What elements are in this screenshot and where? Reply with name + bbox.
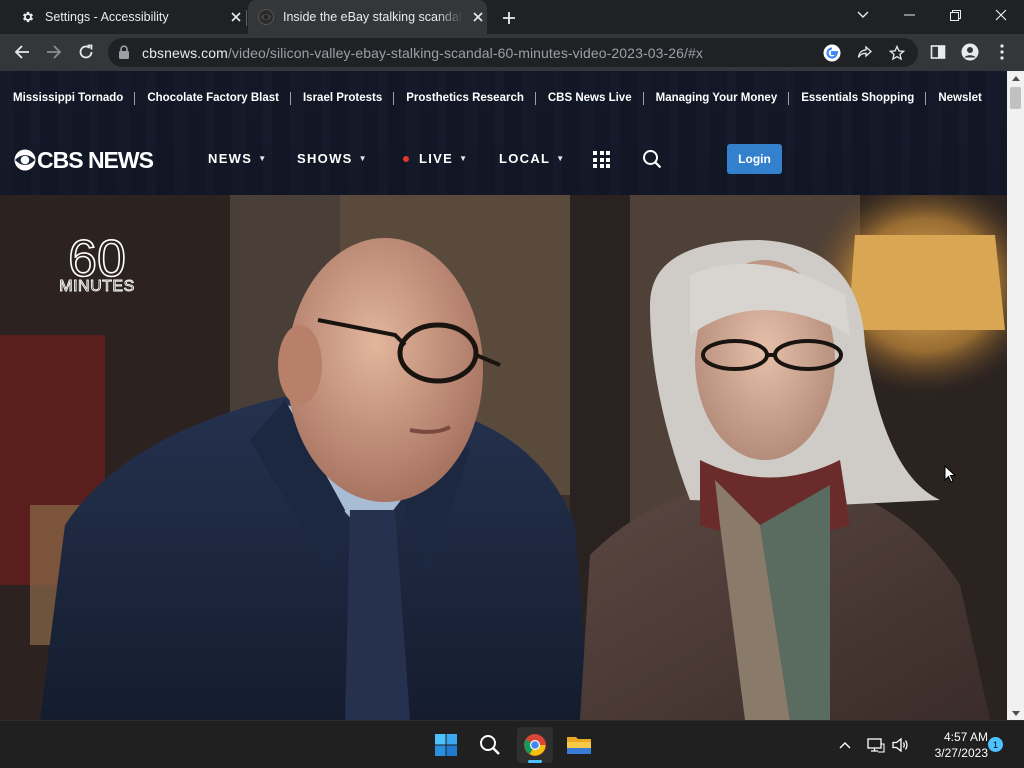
trending-link[interactable]: CBS News Live bbox=[548, 91, 644, 105]
trending-link[interactable]: Prosthetics Research bbox=[406, 91, 536, 105]
video-player[interactable]: 60 MINUTES bbox=[0, 195, 1007, 720]
nav-label: LOCAL bbox=[499, 151, 551, 166]
cbs-favicon-icon bbox=[258, 9, 274, 25]
minimize-button[interactable] bbox=[886, 0, 932, 30]
mouse-cursor-icon bbox=[944, 464, 957, 488]
new-tab-button[interactable] bbox=[498, 7, 520, 29]
cbs-news-logo[interactable]: CBS NEWS bbox=[14, 146, 154, 173]
search-icon[interactable] bbox=[642, 149, 662, 169]
tab-separator bbox=[246, 10, 247, 26]
site-header: Mississippi Tornado Chocolate Factory Bl… bbox=[0, 71, 1007, 195]
side-panel-button[interactable] bbox=[924, 38, 952, 66]
windows-start-icon[interactable] bbox=[428, 727, 464, 763]
chevron-down-icon: ▼ bbox=[358, 154, 368, 163]
share-icon[interactable] bbox=[855, 43, 875, 63]
60-minutes-logo: 60 MINUTES bbox=[47, 229, 147, 295]
chrome-menu-icon[interactable] bbox=[988, 38, 1016, 66]
forward-button[interactable] bbox=[40, 38, 68, 66]
file-explorer-icon[interactable] bbox=[561, 727, 597, 763]
volume-icon[interactable] bbox=[891, 735, 911, 755]
close-icon[interactable] bbox=[227, 8, 245, 26]
browser-toolbar: cbsnews.com/video/silicon-valley-ebay-st… bbox=[0, 34, 1024, 71]
chevron-down-icon: ▼ bbox=[459, 154, 469, 163]
logo-text: CBS NEWS bbox=[37, 146, 154, 173]
live-indicator-dot bbox=[403, 155, 409, 162]
chevron-up-icon[interactable] bbox=[835, 735, 855, 755]
chrome-taskbar-icon[interactable] bbox=[517, 727, 553, 763]
clock-time: 4:57 AM bbox=[943, 730, 988, 744]
windows-taskbar: 4:57 AM 3/27/2023 1 bbox=[0, 720, 1024, 768]
scroll-up-arrow-icon[interactable] bbox=[1007, 71, 1024, 85]
trending-link[interactable]: Managing Your Money bbox=[656, 91, 790, 105]
trending-link[interactable]: Essentials Shopping bbox=[801, 91, 927, 105]
scroll-down-arrow-icon[interactable] bbox=[1007, 706, 1024, 720]
scrollbar-thumb[interactable] bbox=[1010, 87, 1021, 109]
trending-link[interactable]: Newslet bbox=[938, 92, 992, 105]
gear-icon bbox=[20, 9, 36, 25]
tab-settings-accessibility[interactable]: Settings - Accessibility bbox=[12, 0, 245, 34]
bookmark-star-icon[interactable] bbox=[887, 43, 907, 63]
notification-badge[interactable]: 1 bbox=[988, 737, 1003, 752]
nav-label: NEWS bbox=[208, 151, 253, 166]
tab-title: Inside the eBay stalking scandal - ... bbox=[283, 10, 463, 24]
url-text: cbsnews.com/video/silicon-valley-ebay-st… bbox=[142, 45, 703, 61]
browser-tab-strip: Settings - Accessibility Inside the eBay… bbox=[0, 0, 1024, 34]
trending-bar: Mississippi Tornado Chocolate Factory Bl… bbox=[0, 71, 1007, 125]
cbs-eye-icon bbox=[14, 149, 36, 171]
nav-label: LIVE bbox=[419, 151, 454, 166]
nav-label: SHOWS bbox=[297, 151, 353, 166]
apps-grid-icon[interactable] bbox=[593, 151, 610, 168]
web-page: Mississippi Tornado Chocolate Factory Bl… bbox=[0, 71, 1007, 720]
chevron-down-icon: ▼ bbox=[556, 154, 566, 163]
trending-link[interactable]: Israel Protests bbox=[303, 91, 395, 105]
close-icon[interactable] bbox=[469, 8, 487, 26]
active-app-indicator bbox=[528, 760, 542, 763]
nav-live[interactable]: LIVE ▼ bbox=[403, 151, 468, 166]
address-bar[interactable]: cbsnews.com/video/silicon-valley-ebay-st… bbox=[108, 38, 918, 67]
tab-search-button[interactable] bbox=[840, 0, 886, 30]
lock-icon[interactable] bbox=[118, 45, 130, 64]
logo-word: MINUTES bbox=[59, 278, 135, 293]
reload-button[interactable] bbox=[72, 38, 100, 66]
taskbar-clock[interactable]: 4:57 AM 3/27/2023 bbox=[918, 729, 988, 761]
profile-avatar-icon[interactable] bbox=[956, 38, 984, 66]
video-frame-image bbox=[0, 195, 1007, 720]
taskbar-search-icon[interactable] bbox=[472, 727, 508, 763]
chevron-down-icon: ▼ bbox=[258, 154, 268, 163]
login-button[interactable]: Login bbox=[727, 144, 782, 174]
page-scrollbar[interactable] bbox=[1007, 71, 1024, 720]
nav-news[interactable]: NEWS ▼ bbox=[208, 151, 267, 166]
tab-ebay-stalking-video[interactable]: Inside the eBay stalking scandal - ... bbox=[248, 0, 487, 34]
nav-local[interactable]: LOCAL ▼ bbox=[499, 151, 566, 166]
network-icon[interactable] bbox=[866, 735, 886, 755]
google-translate-icon[interactable] bbox=[822, 43, 842, 63]
trending-link[interactable]: Chocolate Factory Blast bbox=[147, 91, 291, 105]
restore-button[interactable] bbox=[932, 0, 978, 30]
back-button[interactable] bbox=[8, 38, 36, 66]
tab-title: Settings - Accessibility bbox=[45, 10, 169, 24]
clock-date: 3/27/2023 bbox=[934, 746, 988, 760]
close-window-button[interactable] bbox=[978, 0, 1024, 30]
trending-link[interactable]: Mississippi Tornado bbox=[13, 91, 136, 105]
nav-shows[interactable]: SHOWS ▼ bbox=[297, 151, 368, 166]
main-navigation: CBS NEWS NEWS ▼ SHOWS ▼ LIVE ▼ LOCAL ▼ L… bbox=[0, 125, 1007, 195]
